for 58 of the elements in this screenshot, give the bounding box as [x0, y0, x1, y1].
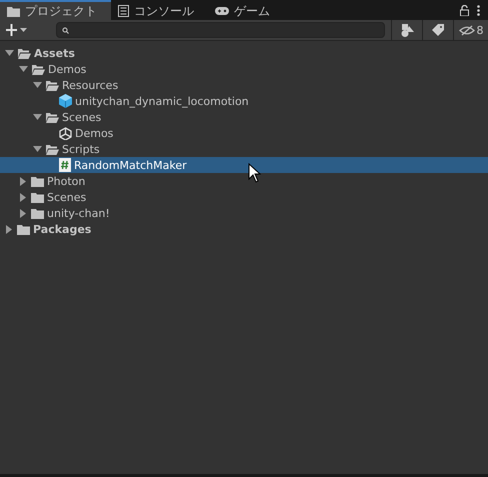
item-label: Demos [48, 62, 86, 76]
search-field[interactable] [56, 22, 385, 38]
item-label: Assets [34, 46, 75, 60]
item-label: unitychan_dynamic_locomotion [75, 94, 249, 108]
item-label: Demos [75, 126, 114, 140]
tree-row[interactable]: Scenes [0, 109, 488, 125]
expanded-arrow-icon[interactable] [32, 82, 42, 88]
tab[interactable]: コンソール [111, 0, 208, 20]
item-label: Packages [33, 222, 92, 236]
folder-icon [31, 208, 44, 218]
tab[interactable]: プロジェクト [0, 0, 111, 20]
item-label: Scripts [62, 142, 100, 156]
search-icon [62, 26, 69, 34]
tree-row[interactable]: unitychan_dynamic_locomotion [0, 93, 488, 109]
tree-row[interactable]: Photon [0, 173, 488, 189]
gamepad-icon [215, 7, 229, 15]
folder-icon [17, 224, 30, 234]
expanded-arrow-icon[interactable] [18, 66, 28, 72]
tree-row[interactable]: RandomMatchMaker [0, 157, 488, 173]
unity-logo-icon [59, 126, 72, 140]
tree-row[interactable]: Scenes [0, 189, 488, 205]
folder-icon [31, 176, 44, 186]
open-folder-icon [45, 144, 59, 154]
hidden-packages-button[interactable]: 8 [453, 20, 488, 40]
hidden-eye-icon [458, 24, 474, 36]
expanded-arrow-icon[interactable] [4, 50, 14, 56]
shapes-icon [400, 24, 414, 36]
tree-row[interactable]: unity-chan! [0, 205, 488, 221]
tree-row[interactable]: Demos [0, 61, 488, 77]
folder-icon [7, 6, 20, 16]
tree-row[interactable]: Packages [0, 221, 488, 237]
console-icon [118, 5, 129, 17]
item-label: Scenes [47, 190, 86, 204]
tree-row[interactable]: Assets [0, 45, 488, 61]
cube-icon [59, 94, 72, 108]
item-label: RandomMatchMaker [74, 158, 187, 172]
plus-icon[interactable] [6, 24, 28, 36]
cursor-icon [248, 163, 261, 183]
item-label: Resources [62, 78, 118, 92]
item-label: Scenes [62, 110, 102, 124]
more-options-icon[interactable] [477, 4, 480, 16]
open-folder-icon [45, 112, 59, 122]
lock-icon[interactable] [460, 4, 469, 16]
open-folder-icon [17, 48, 31, 58]
tab[interactable]: ゲーム [208, 0, 284, 20]
item-label: unity-chan! [47, 206, 110, 220]
item-label: Photon [47, 174, 86, 188]
tree-row[interactable]: Resources [0, 77, 488, 93]
open-folder-icon [45, 80, 59, 90]
tree-row[interactable]: Scripts [0, 141, 488, 157]
tree-row[interactable]: Demos [0, 125, 488, 141]
tag-icon [432, 24, 444, 36]
expanded-arrow-icon[interactable] [32, 146, 42, 152]
open-folder-icon [31, 64, 45, 74]
folder-icon [31, 192, 44, 202]
hidden-count: 8 [476, 24, 484, 36]
expanded-arrow-icon[interactable] [32, 114, 42, 120]
script-icon [59, 158, 71, 172]
